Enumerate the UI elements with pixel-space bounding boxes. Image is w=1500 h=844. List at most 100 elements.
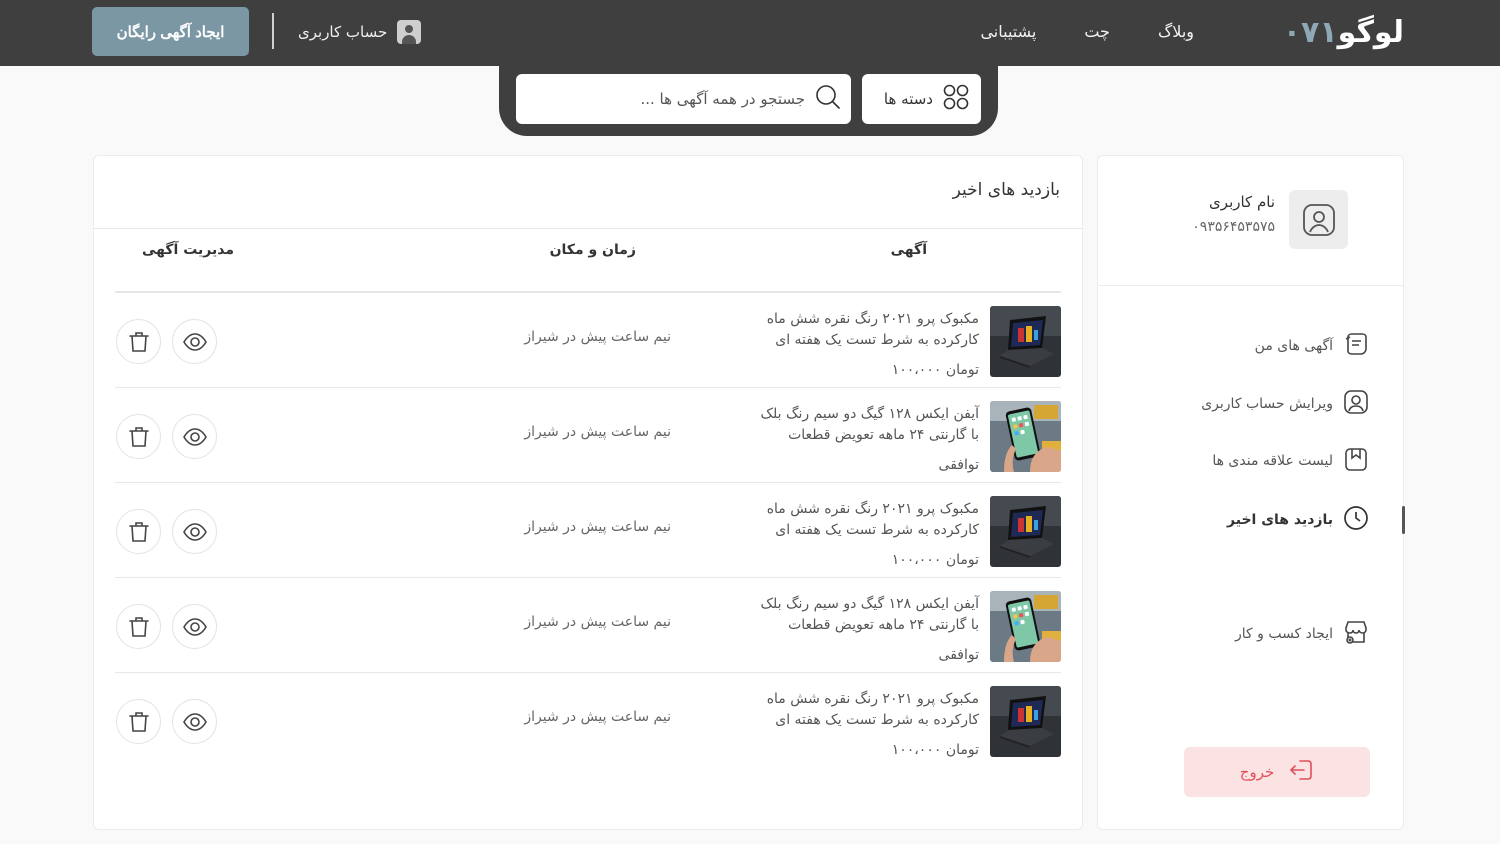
ad-title-line-2: کارکرده به شرط تست یک هفته ای xyxy=(775,332,979,348)
ad-time-place: نیم ساعت پیش در شیراز xyxy=(524,709,671,725)
categories-button[interactable]: دسته ها xyxy=(862,74,981,124)
recent-visits-panel: بازدید های اخیر آگهی زمان و مکان مدیریت … xyxy=(93,155,1083,830)
ad-price: ۱۰۰،۰۰۰ تومان xyxy=(891,742,979,758)
trash-icon xyxy=(128,331,149,352)
sidebar-item-favorites[interactable]: لیست علاقه مندی ها xyxy=(1212,447,1369,475)
eye-icon xyxy=(182,712,207,731)
column-header-manage: مدیریت آگهی xyxy=(141,242,234,258)
user-avatar-icon xyxy=(397,19,422,44)
profile-name: نام کاربری xyxy=(1209,193,1275,211)
logout-button[interactable]: خروج xyxy=(1184,747,1370,797)
eye-icon xyxy=(182,522,207,541)
profile-avatar xyxy=(1289,190,1348,249)
table-row[interactable]: مکبوک پرو ۲۰۲۱ رنگ نقره شش ماه کارکرده ب… xyxy=(115,293,1061,388)
ad-title-line-2: کارکرده به شرط تست یک هفته ای xyxy=(775,522,979,538)
ads-icon xyxy=(1343,331,1369,361)
eye-icon xyxy=(182,617,207,636)
ad-time-place: نیم ساعت پیش در شیراز xyxy=(524,424,671,440)
search-icon xyxy=(815,84,841,114)
nav-support-link[interactable]: پشتیبانی xyxy=(980,22,1036,41)
eye-icon xyxy=(182,427,207,446)
profile-phone: ۰۹۳۵۶۴۵۳۵۷۵ xyxy=(1192,219,1275,235)
eye-icon xyxy=(182,332,207,351)
clock-icon xyxy=(1343,505,1369,535)
ad-price: ۱۰۰،۰۰۰ تومان xyxy=(891,552,979,568)
sidebar-panel: نام کاربری ۰۹۳۵۶۴۵۳۵۷۵ آگهی های من ویرای… xyxy=(1097,155,1405,830)
sidebar-item-label: لیست علاقه مندی ها xyxy=(1212,453,1333,469)
delete-ad-button[interactable] xyxy=(116,319,161,364)
top-navbar: ۰۷۱ لوگو وبلاگ چت پشتیبانی حساب کاربری ا… xyxy=(0,0,1500,66)
view-ad-button[interactable] xyxy=(172,604,217,649)
laptop-thumbnail[interactable] xyxy=(990,306,1061,377)
laptop-thumbnail[interactable] xyxy=(990,686,1061,757)
title-divider xyxy=(94,228,1082,229)
store-icon xyxy=(1343,619,1369,649)
ad-title-line-2: با گارنتی ۲۴ ماهه تعویض قطعات xyxy=(788,617,979,633)
sidebar-item-label: ایجاد کسب و کار xyxy=(1234,626,1333,642)
delete-ad-button[interactable] xyxy=(116,604,161,649)
grid-icon xyxy=(943,84,969,114)
logout-icon xyxy=(1288,757,1314,787)
account-label: حساب کاربری xyxy=(298,22,388,41)
logo-number: ۰۷۱ xyxy=(1282,14,1338,50)
sidebar-item-label: بازدید های اخیر xyxy=(1227,512,1333,528)
view-ad-button[interactable] xyxy=(172,509,217,554)
sidebar-item-edit-account[interactable]: ویرایش حساب کاربری xyxy=(1201,390,1369,418)
active-indicator xyxy=(1402,506,1405,534)
delete-ad-button[interactable] xyxy=(116,509,161,554)
column-header-ad: آگهی xyxy=(890,242,927,258)
trash-icon xyxy=(128,521,149,542)
logout-label: خروج xyxy=(1239,763,1275,781)
phone-thumbnail[interactable] xyxy=(990,591,1061,662)
user-icon xyxy=(1343,389,1369,419)
table-row[interactable]: آیفن ایکس ۱۲۸ گیگ دو سیم رنگ بلک با گارن… xyxy=(115,388,1061,483)
trash-icon xyxy=(128,616,149,637)
ad-title-line-1: مکبوک پرو ۲۰۲۱ رنگ نقره شش ماه xyxy=(766,691,979,707)
delete-ad-button[interactable] xyxy=(116,699,161,744)
ad-title-line-1: مکبوک پرو ۲۰۲۱ رنگ نقره شش ماه xyxy=(766,501,979,517)
ad-title-line-1: آیفن ایکس ۱۲۸ گیگ دو سیم رنگ بلک xyxy=(760,596,979,612)
ad-time-place: نیم ساعت پیش در شیراز xyxy=(524,614,671,630)
sidebar-item-my-ads[interactable]: آگهی های من xyxy=(1255,332,1369,360)
table-row[interactable]: مکبوک پرو ۲۰۲۱ رنگ نقره شش ماه کارکرده ب… xyxy=(115,483,1061,578)
view-ad-button[interactable] xyxy=(172,699,217,744)
ad-title-line-2: با گارنتی ۲۴ ماهه تعویض قطعات xyxy=(788,427,979,443)
table-row[interactable]: مکبوک پرو ۲۰۲۱ رنگ نقره شش ماه کارکرده ب… xyxy=(115,673,1061,768)
create-ad-button[interactable]: ایجاد آگهی رایگان xyxy=(92,7,249,56)
search-box[interactable] xyxy=(516,74,851,124)
page-title: بازدید های اخیر xyxy=(952,180,1060,200)
trash-icon xyxy=(128,711,149,732)
sidebar-item-label: آگهی های من xyxy=(1254,338,1333,354)
main-nav: وبلاگ چت پشتیبانی xyxy=(980,0,1194,62)
column-header-time-place: زمان و مکان xyxy=(549,242,636,258)
sidebar-divider xyxy=(1098,285,1403,286)
view-ad-button[interactable] xyxy=(172,414,217,459)
sidebar-item-label: ویرایش حساب کاربری xyxy=(1201,396,1333,412)
user-icon xyxy=(1302,203,1335,236)
ad-price: توافقی xyxy=(938,647,979,663)
sidebar-item-create-business[interactable]: ایجاد کسب و کار xyxy=(1235,620,1369,648)
trash-icon xyxy=(128,426,149,447)
view-ad-button[interactable] xyxy=(172,319,217,364)
search-input[interactable] xyxy=(545,90,805,108)
ad-title-line-1: آیفن ایکس ۱۲۸ گیگ دو سیم رنگ بلک xyxy=(760,406,979,422)
ad-price: ۱۰۰،۰۰۰ تومان xyxy=(891,362,979,378)
logo[interactable]: ۰۷۱ لوگو xyxy=(1255,10,1405,54)
categories-label: دسته ها xyxy=(883,90,933,108)
phone-thumbnail[interactable] xyxy=(990,401,1061,472)
header-divider xyxy=(272,13,274,49)
ad-price: توافقی xyxy=(938,457,979,473)
bookmark-icon xyxy=(1343,446,1369,476)
sidebar-item-recent-visits[interactable]: بازدید های اخیر xyxy=(1227,506,1369,534)
laptop-thumbnail[interactable] xyxy=(990,496,1061,567)
ad-title-line-1: مکبوک پرو ۲۰۲۱ رنگ نقره شش ماه xyxy=(766,311,979,327)
nav-chat-link[interactable]: چت xyxy=(1084,22,1110,41)
table-row[interactable]: آیفن ایکس ۱۲۸ گیگ دو سیم رنگ بلک با گارن… xyxy=(115,578,1061,673)
nav-blog-link[interactable]: وبلاگ xyxy=(1158,22,1194,41)
logo-text: لوگو xyxy=(1337,14,1405,50)
delete-ad-button[interactable] xyxy=(116,414,161,459)
account-link[interactable]: حساب کاربری xyxy=(298,18,422,45)
ad-time-place: نیم ساعت پیش در شیراز xyxy=(524,329,671,345)
ad-title-line-2: کارکرده به شرط تست یک هفته ای xyxy=(775,712,979,728)
ad-time-place: نیم ساعت پیش در شیراز xyxy=(524,519,671,535)
